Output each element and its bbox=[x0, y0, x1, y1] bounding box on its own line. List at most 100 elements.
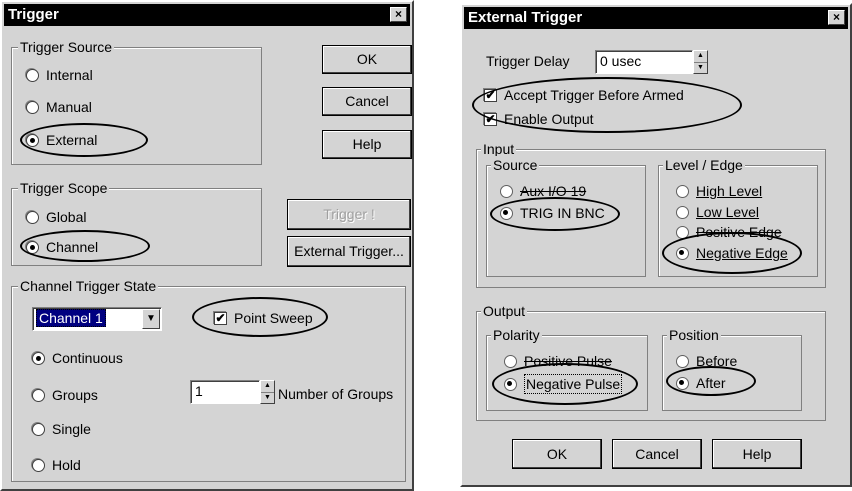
radio-before[interactable]: Before bbox=[676, 352, 737, 370]
radio-before-label: Before bbox=[696, 353, 738, 369]
polarity-group: Polarity bbox=[486, 326, 648, 411]
radio-circle-icon bbox=[676, 354, 689, 368]
radio-hold[interactable]: Hold bbox=[32, 456, 81, 474]
radio-channel[interactable]: Channel bbox=[26, 238, 98, 256]
ok-button-label: OK bbox=[546, 446, 568, 462]
cancel-button-label: Cancel bbox=[635, 446, 679, 462]
help-button[interactable]: Help bbox=[712, 439, 802, 469]
spin-down-icon[interactable]: ▼ bbox=[694, 62, 707, 73]
trigger-title-bar: Trigger × bbox=[4, 4, 410, 26]
radio-negative-edge-label: Negative Edge bbox=[696, 245, 788, 261]
radio-external-label: External bbox=[46, 132, 98, 148]
radio-circle-icon bbox=[32, 422, 45, 436]
radio-circle-icon bbox=[32, 458, 45, 472]
radio-aux-io[interactable]: Aux I/O 19 bbox=[500, 182, 586, 200]
external-trigger-label: External Trigger... bbox=[294, 243, 404, 259]
trigger-delay-label: Trigger Delay bbox=[486, 53, 570, 69]
radio-selected-icon bbox=[676, 376, 689, 390]
trigger-source-legend: Trigger Source bbox=[18, 38, 115, 56]
close-icon[interactable]: × bbox=[390, 7, 407, 22]
radio-selected-icon bbox=[26, 240, 39, 254]
radio-trig-in-bnc-label: TRIG IN BNC bbox=[520, 205, 605, 221]
radio-circle-icon bbox=[26, 68, 39, 82]
radio-global-label: Global bbox=[46, 209, 87, 225]
external-trigger-button[interactable]: External Trigger... bbox=[287, 236, 411, 267]
help-button[interactable]: Help bbox=[322, 130, 412, 159]
radio-hold-label: Hold bbox=[52, 457, 81, 473]
cancel-button-label: Cancel bbox=[345, 93, 389, 109]
ok-button[interactable]: OK bbox=[512, 439, 602, 469]
radio-circle-icon bbox=[676, 184, 689, 198]
radio-global[interactable]: Global bbox=[26, 208, 86, 226]
trigger-dialog-title: Trigger bbox=[8, 6, 59, 23]
channel-trigger-state-legend: Channel Trigger State bbox=[18, 277, 159, 295]
radio-groups[interactable]: Groups bbox=[32, 386, 98, 404]
check-icon: ✔ bbox=[484, 87, 497, 102]
radio-circle-icon bbox=[500, 184, 513, 198]
point-sweep-checkbox[interactable]: ✔ Point Sweep bbox=[214, 310, 313, 326]
radio-aux-io-label: Aux I/O 19 bbox=[520, 183, 587, 199]
chevron-down-icon[interactable]: ▼ bbox=[142, 309, 160, 329]
radio-manual[interactable]: Manual bbox=[26, 98, 92, 116]
number-of-groups-input[interactable]: 1 bbox=[190, 380, 260, 404]
spin-down-icon[interactable]: ▼ bbox=[261, 392, 274, 403]
trigger-dialog: Trigger × Trigger Source Internal Manual… bbox=[0, 0, 414, 491]
enable-output-checkbox[interactable]: ✔ Enable Output bbox=[484, 111, 594, 127]
radio-circle-icon bbox=[676, 205, 689, 219]
radio-positive-pulse[interactable]: Positive Pulse bbox=[504, 352, 612, 370]
radio-internal[interactable]: Internal bbox=[26, 66, 93, 84]
polarity-legend: Polarity bbox=[491, 326, 542, 344]
radio-negative-pulse[interactable]: Negative Pulse bbox=[504, 374, 623, 394]
radio-negative-edge[interactable]: Negative Edge bbox=[676, 244, 788, 262]
enable-output-label: Enable Output bbox=[504, 111, 594, 127]
radio-single-label: Single bbox=[52, 421, 91, 437]
channel-select-value: Channel 1 bbox=[36, 309, 106, 327]
radio-single[interactable]: Single bbox=[32, 420, 91, 438]
trigger-now-label: Trigger ! bbox=[323, 206, 375, 222]
radio-selected-icon bbox=[500, 206, 513, 220]
spin-up-icon[interactable]: ▲ bbox=[261, 381, 274, 392]
radio-trig-in-bnc[interactable]: TRIG IN BNC bbox=[500, 204, 605, 222]
radio-circle-icon bbox=[26, 210, 39, 224]
channel-select[interactable]: Channel 1 ▼ bbox=[32, 307, 162, 331]
radio-circle-icon bbox=[26, 100, 39, 114]
point-sweep-label: Point Sweep bbox=[234, 310, 313, 326]
ok-button[interactable]: OK bbox=[322, 45, 412, 74]
radio-selected-icon bbox=[32, 351, 45, 365]
radio-external[interactable]: External bbox=[26, 131, 97, 149]
radio-continuous[interactable]: Continuous bbox=[32, 349, 123, 367]
close-icon[interactable]: × bbox=[828, 10, 845, 25]
accept-trigger-label: Accept Trigger Before Armed bbox=[504, 87, 684, 103]
cancel-button[interactable]: Cancel bbox=[612, 439, 702, 469]
radio-continuous-label: Continuous bbox=[52, 350, 123, 366]
radio-low-level[interactable]: Low Level bbox=[676, 203, 759, 221]
radio-selected-icon bbox=[26, 133, 39, 147]
help-button-label: Help bbox=[352, 136, 382, 152]
external-trigger-dialog: External Trigger × Trigger Delay 0 usec … bbox=[460, 3, 852, 487]
radio-positive-pulse-label: Positive Pulse bbox=[524, 353, 612, 369]
radio-high-level-label: High Level bbox=[696, 183, 763, 199]
radio-manual-label: Manual bbox=[46, 99, 92, 115]
radio-groups-label: Groups bbox=[52, 387, 98, 403]
trigger-delay-input[interactable]: 0 usec bbox=[595, 50, 693, 74]
help-button-label: Help bbox=[742, 446, 772, 462]
trigger-scope-legend: Trigger Scope bbox=[18, 179, 110, 197]
radio-negative-pulse-label: Negative Pulse bbox=[524, 374, 623, 394]
radio-circle-icon bbox=[504, 354, 517, 368]
radio-after[interactable]: After bbox=[676, 374, 726, 392]
cancel-button[interactable]: Cancel bbox=[322, 87, 412, 116]
radio-positive-edge-label: Positive Edge bbox=[696, 224, 782, 240]
radio-high-level[interactable]: High Level bbox=[676, 182, 762, 200]
radio-selected-icon bbox=[676, 246, 689, 260]
radio-positive-edge[interactable]: Positive Edge bbox=[676, 223, 782, 241]
radio-circle-icon bbox=[32, 388, 45, 402]
trigger-now-button[interactable]: Trigger ! bbox=[287, 199, 411, 230]
spin-up-icon[interactable]: ▲ bbox=[694, 51, 707, 62]
radio-circle-icon bbox=[676, 225, 689, 239]
accept-trigger-checkbox[interactable]: ✔ Accept Trigger Before Armed bbox=[484, 87, 684, 103]
position-group: Position bbox=[662, 326, 802, 411]
external-trigger-title-bar: External Trigger × bbox=[464, 7, 848, 29]
number-of-groups-label: Number of Groups bbox=[278, 386, 394, 402]
groups-spinner[interactable]: ▲ ▼ bbox=[260, 380, 275, 404]
trigger-delay-spinner[interactable]: ▲ ▼ bbox=[693, 50, 708, 74]
